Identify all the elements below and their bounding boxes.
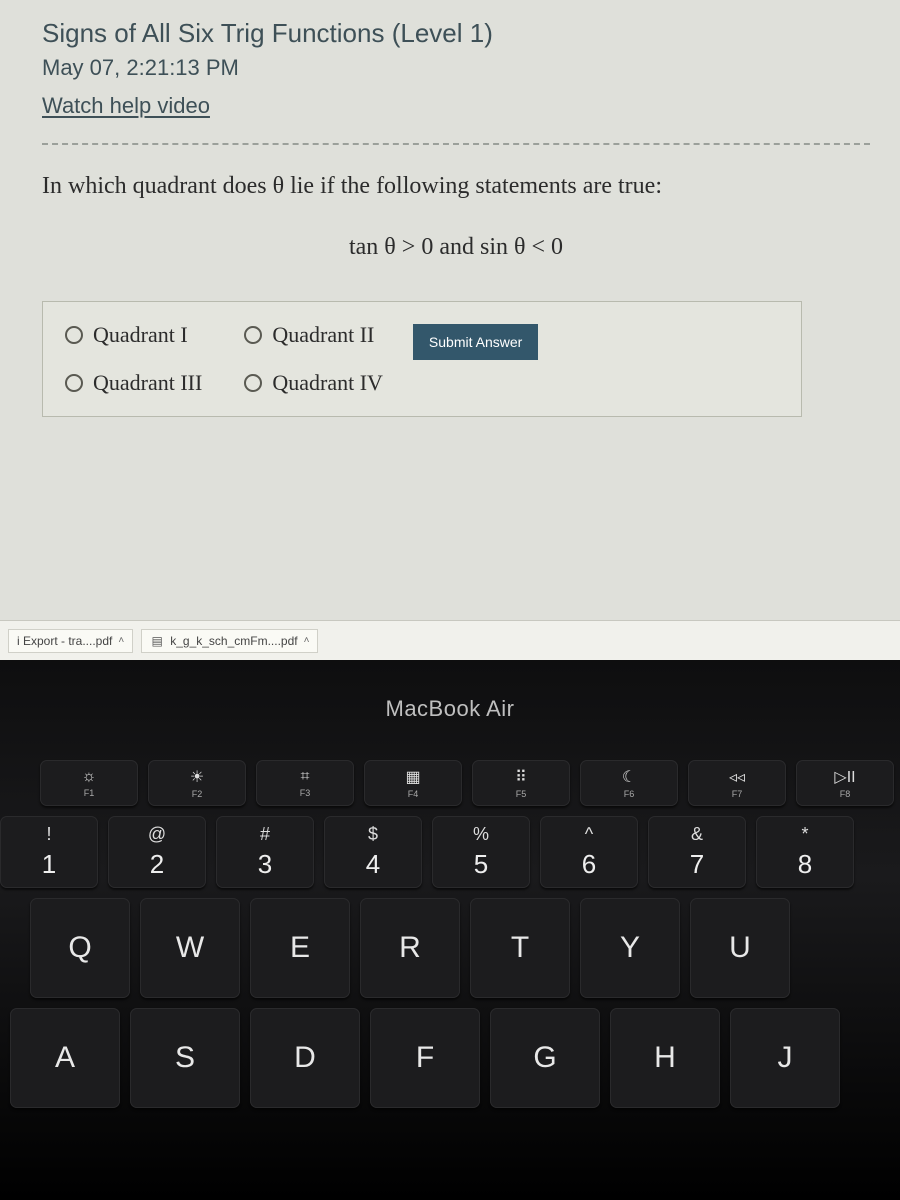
submit-button[interactable]: Submit Answer — [413, 324, 538, 360]
download-item-1[interactable]: i Export - tra....pdf ˄ — [8, 629, 133, 653]
key-d: D — [250, 1008, 360, 1108]
key-2: @2 — [108, 816, 206, 888]
key-f3: ⌗F3 — [256, 760, 354, 806]
key-f5: ⠿F5 — [472, 760, 570, 806]
screen: Signs of All Six Trig Functions (Level 1… — [0, 0, 900, 660]
divider — [42, 143, 870, 145]
option-quadrant-4[interactable]: Quadrant IV — [244, 370, 383, 396]
mission-control-icon: ⌗ — [300, 768, 309, 786]
option-quadrant-3[interactable]: Quadrant III — [65, 370, 202, 396]
key-g: G — [490, 1008, 600, 1108]
rewind-icon: ◃◃ — [729, 767, 745, 787]
key-f2: ☀F2 — [148, 760, 246, 806]
file-icon: ▤ — [150, 634, 164, 648]
key-1: !1 — [0, 816, 98, 888]
key-q: Q — [30, 898, 130, 998]
key-4: $4 — [324, 816, 422, 888]
laptop-brand: MacBook Air — [0, 696, 900, 722]
key-3: #3 — [216, 816, 314, 888]
chevron-up-icon: ˄ — [118, 635, 124, 646]
chevron-up-icon: ˄ — [304, 635, 310, 646]
radio-grid: Quadrant I Quadrant II Quadrant III Quad… — [65, 322, 383, 396]
key-f4: ▦F4 — [364, 760, 462, 806]
key-5: %5 — [432, 816, 530, 888]
download-label: i Export - tra....pdf — [17, 634, 112, 648]
assignment-title: Signs of All Six Trig Functions (Level 1… — [42, 18, 870, 49]
key-f6: ☾F6 — [580, 760, 678, 806]
qwerty-row: Q W E R T Y U — [30, 898, 790, 998]
number-key-row: !1 @2 #3 $4 %5 ^6 &7 *8 — [0, 816, 854, 888]
question-prompt: In which quadrant does θ lie if the foll… — [42, 173, 870, 200]
download-item-2[interactable]: ▤ k_g_k_sch_cmFm....pdf ˄ — [141, 629, 318, 653]
key-t: T — [470, 898, 570, 998]
brightness-down-icon: ☼ — [82, 768, 97, 786]
key-j: J — [730, 1008, 840, 1108]
key-8: *8 — [756, 816, 854, 888]
answer-box: Quadrant I Quadrant II Quadrant III Quad… — [42, 301, 802, 417]
key-r: R — [360, 898, 460, 998]
asdf-row: A S D F G H J — [10, 1008, 840, 1108]
keyboard-bright-icon: ☾ — [622, 767, 636, 787]
key-e: E — [250, 898, 350, 998]
key-y: Y — [580, 898, 680, 998]
radio-icon — [65, 326, 83, 344]
option-label: Quadrant IV — [272, 370, 383, 396]
key-6: ^6 — [540, 816, 638, 888]
key-u: U — [690, 898, 790, 998]
key-s: S — [130, 1008, 240, 1108]
key-f8: ▷IIF8 — [796, 760, 894, 806]
play-pause-icon: ▷II — [834, 767, 855, 787]
brightness-up-icon: ☀ — [190, 767, 204, 787]
key-h: H — [610, 1008, 720, 1108]
download-bar: i Export - tra....pdf ˄ ▤ k_g_k_sch_cmFm… — [0, 620, 900, 660]
download-label: k_g_k_sch_cmFm....pdf — [170, 634, 297, 648]
key-f: F — [370, 1008, 480, 1108]
option-quadrant-1[interactable]: Quadrant I — [65, 322, 202, 348]
timestamp: May 07, 2:21:13 PM — [42, 55, 870, 81]
question-math: tan θ > 0 and sin θ < 0 — [42, 234, 870, 261]
radio-icon — [244, 326, 262, 344]
option-label: Quadrant II — [272, 322, 374, 348]
key-a: A — [10, 1008, 120, 1108]
launchpad-icon: ▦ — [405, 767, 420, 787]
key-7: &7 — [648, 816, 746, 888]
option-label: Quadrant I — [93, 322, 188, 348]
key-w: W — [140, 898, 240, 998]
radio-icon — [65, 374, 83, 392]
option-quadrant-2[interactable]: Quadrant II — [244, 322, 383, 348]
key-f1: ☼F1 — [40, 760, 138, 806]
help-video-link[interactable]: Watch help video — [42, 93, 210, 119]
content-area: Signs of All Six Trig Functions (Level 1… — [0, 0, 900, 417]
keyboard-dim-icon: ⠿ — [515, 767, 527, 787]
radio-icon — [244, 374, 262, 392]
function-key-row: ☼F1 ☀F2 ⌗F3 ▦F4 ⠿F5 ☾F6 ◃◃F7 ▷IIF8 — [40, 760, 894, 806]
option-label: Quadrant III — [93, 370, 202, 396]
laptop-body: MacBook Air ☼F1 ☀F2 ⌗F3 ▦F4 ⠿F5 ☾F6 ◃◃F7… — [0, 660, 900, 1200]
key-f7: ◃◃F7 — [688, 760, 786, 806]
